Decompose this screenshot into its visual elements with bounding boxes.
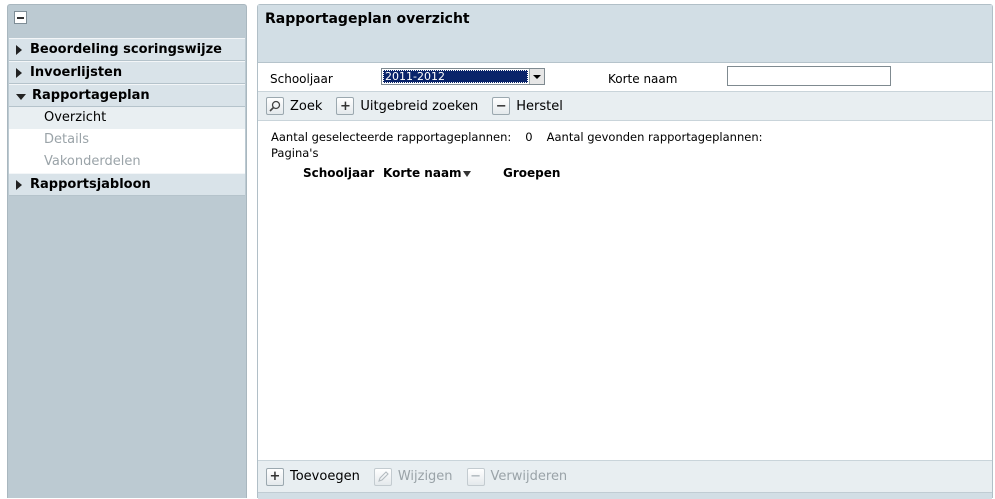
column-header-groepen[interactable]: Groepen	[503, 166, 560, 180]
expand-arrow-icon	[16, 44, 22, 55]
wijzigen-button: Wijzigen	[373, 467, 453, 486]
expand-arrow-icon	[16, 67, 22, 78]
uitgebreid-zoeken-label: Uitgebreid zoeken	[360, 98, 479, 114]
sidebar-item-label: Invoerlijsten	[30, 64, 123, 80]
sidebar-item-invoerlijsten[interactable]: Invoerlijsten	[9, 61, 245, 84]
sidebar-item-rapportageplan[interactable]: Rapportageplan	[9, 84, 245, 107]
schooljaar-label: Schooljaar	[270, 72, 333, 86]
toevoegen-label: Toevoegen	[290, 469, 360, 484]
schooljaar-select[interactable]: 2011-2012	[381, 68, 545, 85]
uitgebreid-zoeken-button[interactable]: + Uitgebreid zoeken	[336, 97, 478, 115]
sidebar: Beoordeling scoringswijze Invoerlijsten …	[7, 4, 247, 498]
pagination-label: Pagina's	[271, 146, 319, 160]
sidebar-item-beoordeling-scoringswijze[interactable]: Beoordeling scoringswijze	[9, 38, 245, 61]
sidebar-item-label: Beoordeling scoringswijze	[30, 41, 222, 57]
zoek-label: Zoek	[290, 98, 323, 114]
korte-naam-input[interactable]	[727, 66, 891, 86]
results-area: Aantal geselecteerde rapportageplannen: 0…	[258, 121, 992, 456]
filter-row: Schooljaar 2011-2012 Korte naam	[258, 63, 992, 91]
sidebar-item-label: Rapportsjabloon	[30, 176, 151, 192]
page-title: Rapportageplan overzicht	[265, 11, 470, 27]
herstel-button[interactable]: − Herstel	[492, 97, 563, 115]
expand-arrow-icon	[16, 179, 22, 190]
search-toolbar: Zoek + Uitgebreid zoeken − Herstel	[258, 91, 992, 121]
title-bar: Rapportageplan overzicht	[258, 5, 992, 63]
verwijderen-label: Verwijderen	[490, 469, 568, 484]
verwijderen-button: − Verwijderen	[466, 467, 568, 486]
column-header-schooljaar[interactable]: Schooljaar	[303, 166, 374, 180]
magnifier-icon	[266, 97, 284, 115]
toevoegen-button[interactable]: + Toevoegen	[266, 467, 360, 486]
selected-count-label: Aantal geselecteerde rapportageplannen:	[271, 130, 512, 144]
wijzigen-label: Wijzigen	[397, 469, 453, 484]
collapse-arrow-icon	[16, 93, 26, 100]
collapse-sidebar-button[interactable]	[14, 11, 27, 24]
sidebar-subitem-details: Details	[9, 129, 245, 151]
main-panel: Rapportageplan overzicht Schooljaar 2011…	[257, 4, 993, 499]
sort-descending-icon	[462, 170, 471, 177]
sidebar-item-rapportsjabloon[interactable]: Rapportsjabloon	[9, 173, 245, 196]
pencil-icon	[373, 467, 392, 486]
minus-icon: −	[466, 467, 485, 486]
minus-icon: −	[492, 97, 511, 115]
plus-icon: +	[336, 97, 355, 115]
found-count-label: Aantal gevonden rapportageplannen:	[546, 130, 763, 144]
selected-count-value: 0	[525, 130, 533, 144]
column-header-korte-naam[interactable]: Korte naam	[383, 166, 471, 180]
korte-naam-label: Korte naam	[608, 72, 678, 86]
results-summary: Aantal geselecteerde rapportageplannen: 0…	[271, 129, 992, 145]
sidebar-menu: Beoordeling scoringswijze Invoerlijsten …	[9, 38, 245, 196]
sidebar-item-label: Rapportageplan	[32, 87, 150, 103]
zoek-button[interactable]: Zoek	[266, 97, 322, 115]
chevron-down-icon[interactable]	[529, 69, 544, 84]
plus-icon: +	[266, 467, 284, 486]
sidebar-subitem-vakonderdelen: Vakonderdelen	[9, 151, 245, 173]
column-header-korte-naam-label: Korte naam	[383, 166, 462, 180]
herstel-label: Herstel	[516, 98, 563, 114]
sidebar-subitem-overzicht[interactable]: Overzicht	[9, 107, 245, 129]
schooljaar-select-value: 2011-2012	[383, 70, 528, 83]
action-toolbar: + Toevoegen Wijzigen − Verwijderen	[258, 460, 992, 492]
